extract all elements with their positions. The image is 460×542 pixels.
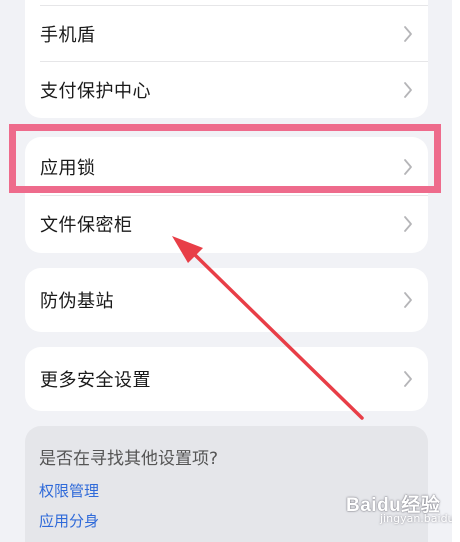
menu-item-app-lock[interactable]: 应用锁 xyxy=(25,139,428,195)
menu-item-label: 支付保护中心 xyxy=(40,81,151,102)
link-permission-management[interactable]: 权限管理 xyxy=(39,480,99,501)
menu-item-file-safe[interactable]: 文件保密柜 xyxy=(25,196,428,252)
menu-item-more-security-settings[interactable]: 更多安全设置 xyxy=(25,351,428,407)
menu-item-label: 更多安全设置 xyxy=(40,370,151,391)
search-other-settings-card: 是否在寻找其他设置项? 权限管理 应用分身 xyxy=(25,426,428,542)
link-app-twin[interactable]: 应用分身 xyxy=(39,510,99,531)
chevron-right-icon xyxy=(404,216,412,232)
security-group-2: 应用锁 文件保密柜 xyxy=(25,137,428,253)
security-group-3: 防伪基站 xyxy=(25,268,428,332)
security-group-1: 手机盾 支付保护中心 xyxy=(25,0,428,118)
menu-item-label: 应用锁 xyxy=(40,158,96,179)
chevron-right-icon xyxy=(404,159,412,175)
menu-item-payment-protection[interactable]: 支付保护中心 xyxy=(25,62,428,118)
chevron-right-icon xyxy=(404,292,412,308)
menu-item-anti-fake-base-station[interactable]: 防伪基站 xyxy=(25,272,428,328)
search-other-settings-title: 是否在寻找其他设置项? xyxy=(39,449,219,469)
security-group-4: 更多安全设置 xyxy=(25,347,428,411)
chevron-right-icon xyxy=(404,26,412,42)
chevron-right-icon xyxy=(404,82,412,98)
menu-item-label: 手机盾 xyxy=(40,25,96,46)
menu-item-label: 防伪基站 xyxy=(40,291,114,312)
menu-item-phone-shield[interactable]: 手机盾 xyxy=(25,6,428,62)
chevron-right-icon xyxy=(404,371,412,387)
settings-page: 手机盾 支付保护中心 应用锁 文件保密柜 防伪基站 更多安全设置 是否在寻找其他… xyxy=(0,0,452,542)
menu-item-label: 文件保密柜 xyxy=(40,215,133,236)
